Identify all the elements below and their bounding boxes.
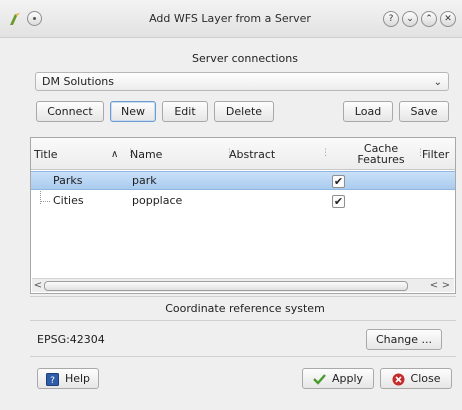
checkmark-icon xyxy=(313,374,326,385)
new-button[interactable]: New xyxy=(110,101,156,122)
column-separator-icon: ⋮ xyxy=(321,148,330,158)
qgis-app-icon xyxy=(10,13,20,25)
crs-value: EPSG:42304 xyxy=(37,333,105,346)
column-header-abstract[interactable]: ⋮ Abstract xyxy=(225,138,319,170)
table-header: Title ∧ ⋮ Name ⋮ Abstract ⋮ Cache Featur… xyxy=(31,138,455,170)
title-bar[interactable]: Add WFS Layer from a Server ? ⌄ ⌃ ✕ xyxy=(0,0,462,38)
horizontal-scrollbar[interactable]: < < > xyxy=(32,278,454,292)
cache-features-checkbox[interactable]: ✔ xyxy=(332,195,345,208)
close-window-button[interactable]: ✕ xyxy=(440,11,456,27)
column-header-cache-features[interactable]: ⋮ Cache Features xyxy=(321,138,409,170)
cache-features-checkbox[interactable]: ✔ xyxy=(332,175,345,188)
column-separator-icon: ⋮ xyxy=(416,148,425,158)
window-title: Add WFS Layer from a Server xyxy=(149,12,311,25)
divider xyxy=(30,296,456,297)
layers-table[interactable]: Title ∧ ⋮ Name ⋮ Abstract ⋮ Cache Featur… xyxy=(30,137,456,294)
svg-text:?: ? xyxy=(50,376,55,386)
row-title: Parks xyxy=(53,174,83,187)
maximize-button[interactable]: ⌃ xyxy=(421,11,437,27)
divider xyxy=(30,356,456,357)
close-button[interactable]: Close xyxy=(380,368,452,389)
chevron-down-icon: ⌄ xyxy=(433,77,442,88)
help-title-button[interactable]: ? xyxy=(383,11,399,27)
edit-button[interactable]: Edit xyxy=(162,101,208,122)
save-button[interactable]: Save xyxy=(399,101,449,122)
close-circle-icon xyxy=(392,373,405,385)
column-header-title[interactable]: Title ∧ xyxy=(34,138,129,170)
add-wfs-layer-dialog: Add WFS Layer from a Server ? ⌄ ⌃ ✕ Serv… xyxy=(0,0,462,410)
delete-button[interactable]: Delete xyxy=(214,101,274,122)
row-title: Cities xyxy=(53,194,84,207)
server-connections-heading: Server connections xyxy=(192,52,298,65)
minimize-button[interactable]: ⌄ xyxy=(402,11,418,27)
help-button[interactable]: ? Help xyxy=(37,368,99,389)
scrollbar-thumb[interactable] xyxy=(44,281,408,291)
scroll-right-icon[interactable]: > xyxy=(440,279,452,293)
table-row[interactable]: Cities popplace ✔ xyxy=(31,192,455,211)
column-separator-icon: ⋮ xyxy=(126,148,135,158)
scroll-left-icon[interactable]: < xyxy=(428,279,440,293)
window-menu-button[interactable] xyxy=(27,11,42,26)
table-row[interactable]: Parks park ✔ xyxy=(31,171,455,190)
server-connection-select[interactable]: DM Solutions ⌄ xyxy=(35,72,449,91)
server-connection-value: DM Solutions xyxy=(42,75,114,88)
apply-button[interactable]: Apply xyxy=(302,368,374,389)
crs-heading: Coordinate reference system xyxy=(165,302,325,315)
connect-button[interactable]: Connect xyxy=(36,101,104,122)
column-separator-icon: ⋮ xyxy=(225,148,234,158)
row-name: park xyxy=(132,174,157,187)
column-header-filter[interactable]: ⋮ Filter xyxy=(416,138,456,170)
change-crs-button[interactable]: Change ... xyxy=(366,329,442,350)
row-name: popplace xyxy=(132,194,183,207)
column-header-name[interactable]: ⋮ Name xyxy=(126,138,220,170)
help-book-icon: ? xyxy=(45,372,59,386)
load-button[interactable]: Load xyxy=(343,101,393,122)
sort-ascending-icon: ∧ xyxy=(111,148,119,160)
divider xyxy=(30,320,456,321)
scroll-left-icon[interactable]: < xyxy=(32,279,44,293)
